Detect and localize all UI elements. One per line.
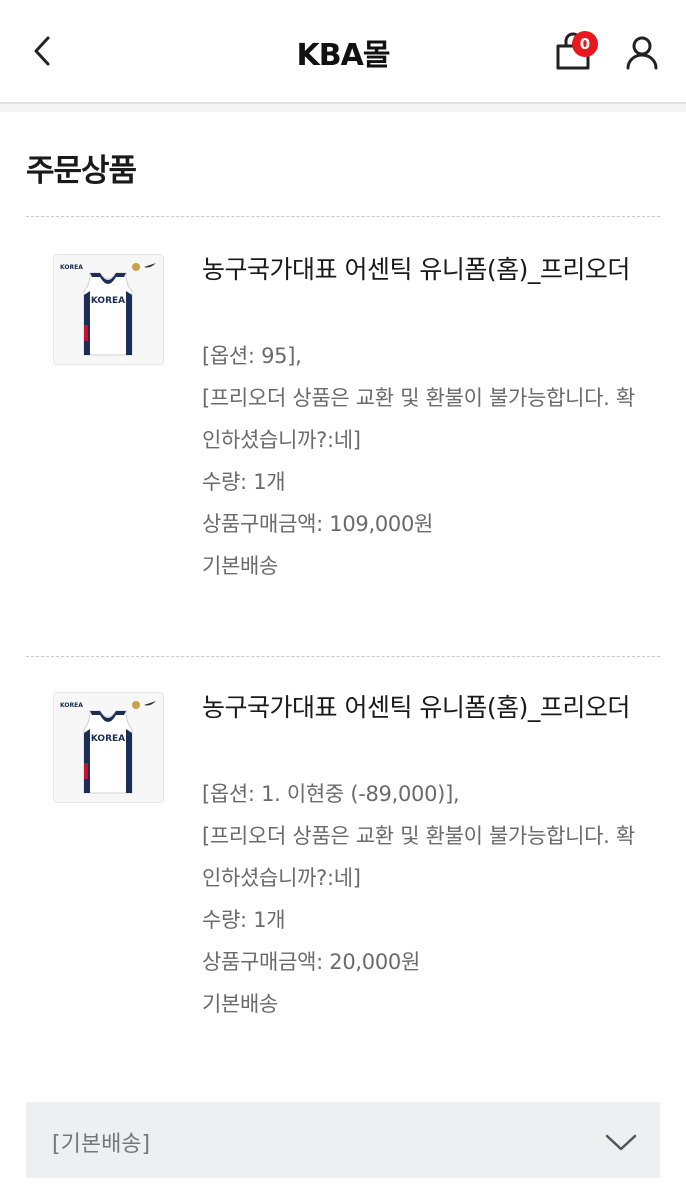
product-shipping: 기본배송	[202, 992, 279, 1016]
jersey-image: KOREA KOREA	[54, 255, 163, 364]
product-price: 상품구매금액: 20,000원	[202, 950, 420, 974]
product-details: [옵션: 1. 이현중 (-89,000)], [프리오더 상품은 교환 및 환…	[202, 773, 652, 1025]
product-name[interactable]: 농구국가대표 어센틱 유니폼(홈)_프리오더	[202, 688, 642, 728]
product-notice: [프리오더 상품은 교환 및 환불이 불가능합니다. 확인하셨습니까?:네]	[202, 386, 635, 452]
delivery-group-toggle[interactable]: [기본배송]	[26, 1102, 660, 1178]
svg-text:KOREA: KOREA	[60, 264, 83, 271]
cart-count-badge: 0	[572, 31, 598, 57]
divider	[26, 656, 660, 657]
chevron-down-icon	[605, 1134, 637, 1151]
product-quantity: 수량: 1개	[202, 470, 286, 494]
product-thumbnail[interactable]: KOREA KOREA	[53, 254, 164, 365]
jersey-image: KOREA KOREA	[54, 693, 163, 802]
user-icon	[626, 36, 658, 70]
product-quantity: 수량: 1개	[202, 908, 286, 932]
product-option: [옵션: 95],	[202, 344, 302, 368]
delivery-group-label: [기본배송]	[52, 1132, 151, 1157]
divider	[26, 216, 660, 217]
product-notice: [프리오더 상품은 교환 및 환불이 불가능합니다. 확인하셨습니까?:네]	[202, 824, 635, 890]
order-page: KBA몰 0 주문상품 KOREA KOREA 농구국가대표 어센틱 유니폼(홈…	[0, 0, 686, 1200]
product-name[interactable]: 농구국가대표 어센틱 유니폼(홈)_프리오더	[202, 250, 642, 290]
product-details: [옵션: 95], [프리오더 상품은 교환 및 환불이 불가능합니다. 확인하…	[202, 335, 652, 587]
header-divider	[0, 104, 686, 112]
section-title: 주문상품	[26, 153, 137, 189]
svg-text:KOREA: KOREA	[91, 296, 125, 306]
product-shipping: 기본배송	[202, 554, 279, 578]
product-thumbnail[interactable]: KOREA KOREA	[53, 692, 164, 803]
svg-text:KOREA: KOREA	[91, 734, 125, 744]
top-header: KBA몰 0	[0, 0, 686, 104]
product-price: 상품구매금액: 109,000원	[202, 512, 434, 536]
account-button[interactable]	[620, 28, 666, 78]
svg-text:KOREA: KOREA	[60, 702, 83, 709]
product-option: [옵션: 1. 이현중 (-89,000)],	[202, 782, 460, 806]
